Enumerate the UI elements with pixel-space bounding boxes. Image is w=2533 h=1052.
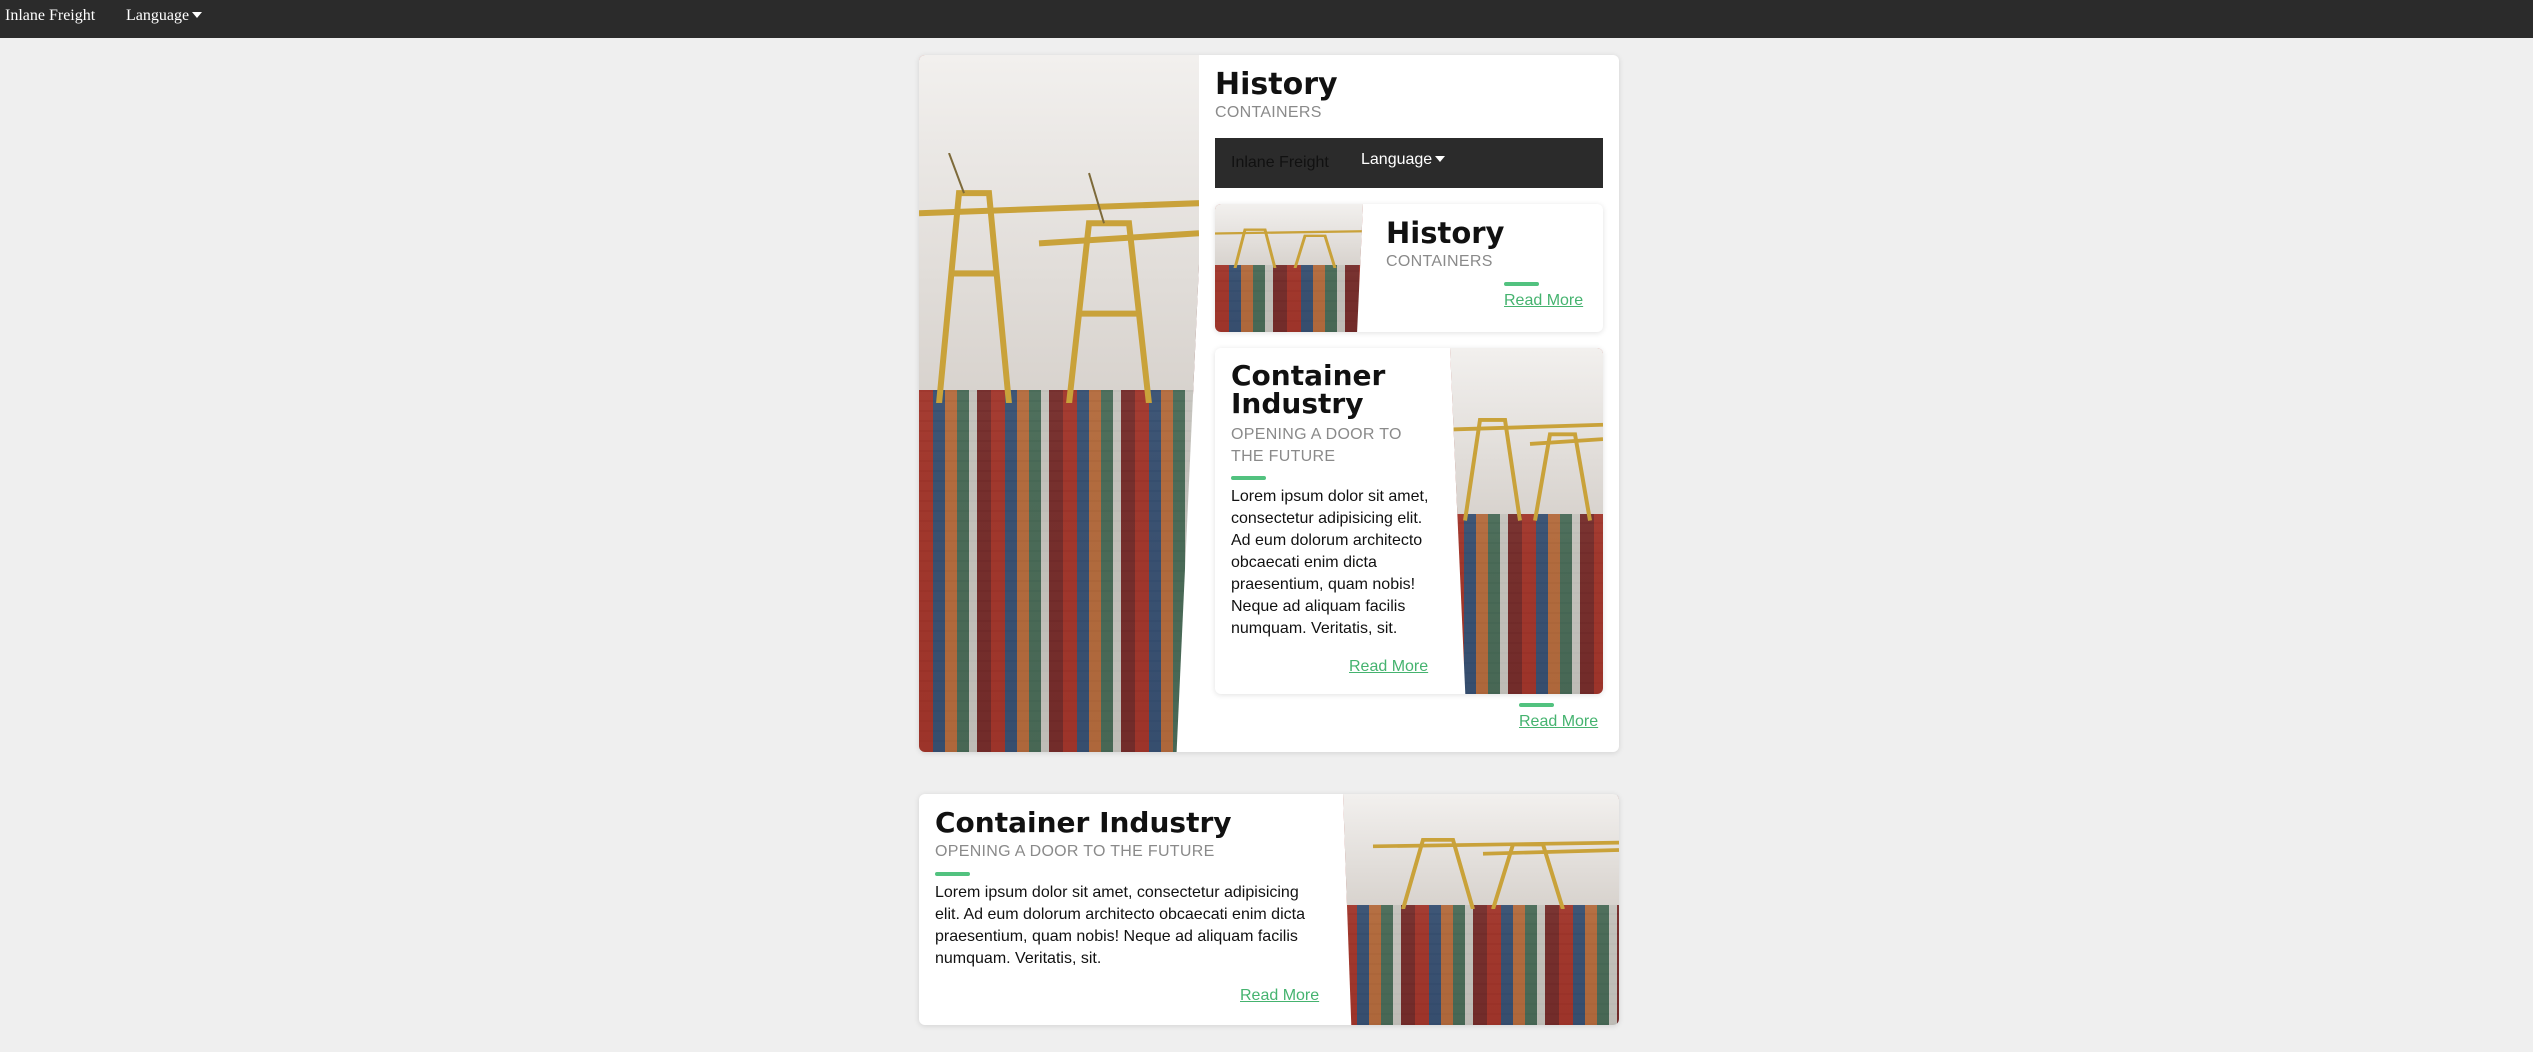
inner-navbar: Inlane Freight Language: [1215, 138, 1603, 188]
mini-port-photo: [1215, 204, 1363, 332]
inner-brand-link[interactable]: Inlane Freight: [1231, 154, 1329, 172]
industry-subtitle: OPENING A DOOR TO THE FUTURE: [935, 843, 1215, 860]
industry-body: Lorem ipsum dolor sit amet, consectetur …: [935, 884, 1305, 967]
industry-port-photo: [1343, 794, 1619, 1025]
caret-down-icon: [192, 12, 203, 18]
caret-down-icon: [1435, 156, 1446, 162]
mini-history-card: History CONTAINERS Read More: [1215, 204, 1603, 332]
mini-history-subtitle: CONTAINERS: [1386, 253, 1493, 270]
inner-language-dropdown[interactable]: Language: [1361, 151, 1446, 169]
top-navbar: Inlane Freight Language: [0, 0, 2533, 38]
nested-read-more-link[interactable]: Read More: [1349, 658, 1428, 676]
nested-accent-bar: [1231, 476, 1266, 480]
nested-port-photo: [1450, 348, 1603, 694]
mini-read-more-link[interactable]: Read More: [1504, 292, 1583, 310]
history-title: History: [1215, 67, 1338, 102]
language-dropdown[interactable]: Language: [126, 7, 203, 25]
mini-accent-bar: [1504, 282, 1539, 286]
history-card: History CONTAINERS Inlane Freight Langua…: [919, 55, 1619, 752]
history-subtitle: CONTAINERS: [1215, 104, 1322, 121]
nested-industry-body: Lorem ipsum dolor sit amet, consectetur …: [1231, 488, 1429, 637]
nested-industry-card: Container Industry OPENING A DOOR TO THE…: [1215, 348, 1603, 694]
port-photo: [919, 55, 1199, 752]
inner-language-label: Language: [1361, 151, 1433, 168]
industry-accent-bar: [935, 872, 970, 876]
industry-read-more-link[interactable]: Read More: [1240, 987, 1319, 1005]
nested-industry-title: Container Industry: [1231, 359, 1386, 420]
brand-link[interactable]: Inlane Freight: [5, 7, 95, 25]
industry-title: Container Industry: [935, 806, 1232, 839]
industry-card: Container Industry OPENING A DOOR TO THE…: [919, 794, 1619, 1025]
history-read-more-link[interactable]: Read More: [1519, 713, 1598, 731]
history-accent-bar: [1519, 703, 1554, 707]
mini-history-title: History: [1386, 216, 1505, 250]
nested-industry-subtitle: OPENING A DOOR TO THE FUTURE: [1231, 426, 1402, 465]
language-label: Language: [126, 7, 190, 24]
